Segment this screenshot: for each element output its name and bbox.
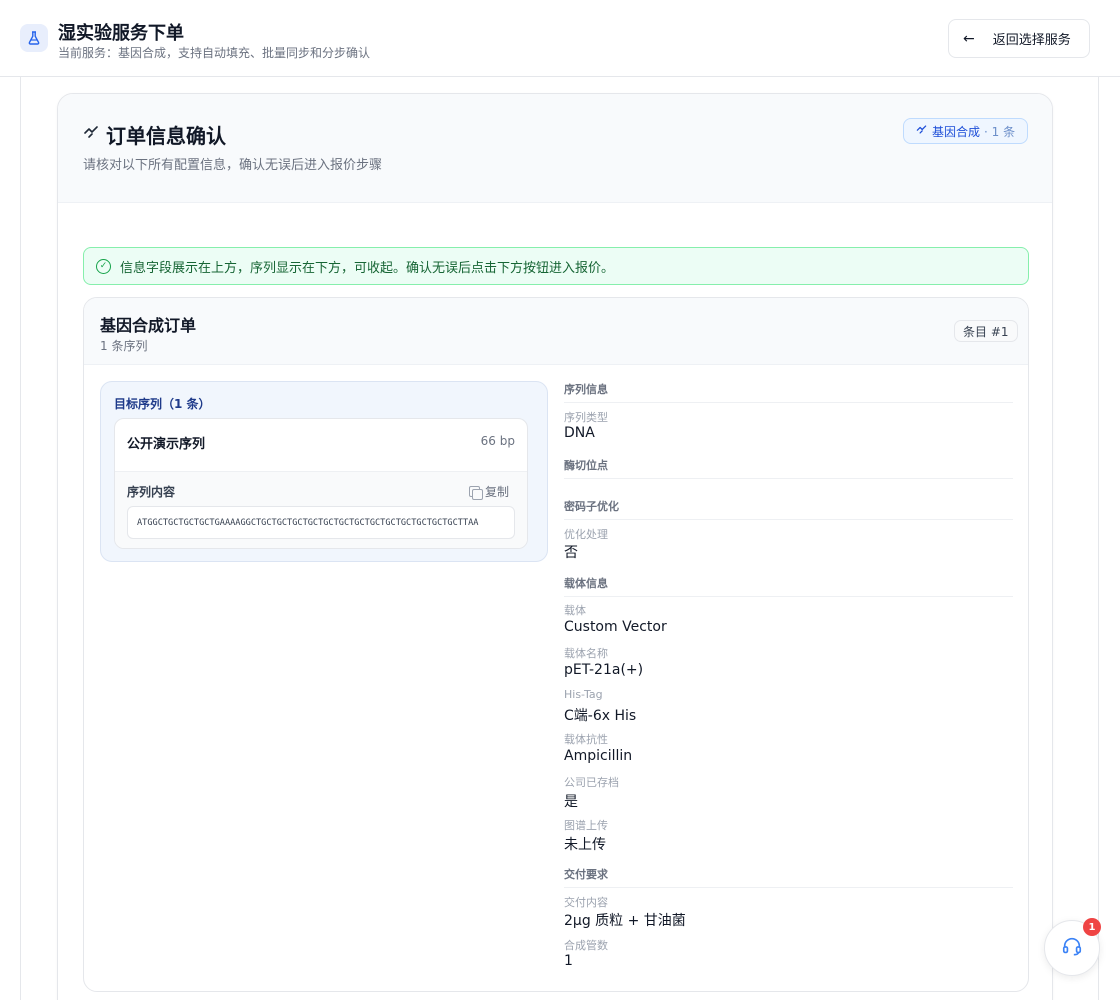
section-vector-info: 载体信息 xyxy=(564,575,1013,597)
copy-icon xyxy=(468,486,483,500)
field-label-archived: 公司已存档 xyxy=(564,776,619,789)
field-label-tubes: 合成管数 xyxy=(564,939,608,952)
field-value-his-tag: C端-6x His xyxy=(564,708,637,724)
confirm-card: 订单信息确认 请核对以下所有配置信息，确认无误后进入报价步骤 基因合成 · 1 … xyxy=(57,93,1053,1000)
check-circle-icon: ✓ xyxy=(96,258,111,274)
copy-button-label: 复制 xyxy=(484,485,509,499)
sequence-list-title: 目标序列（1 条） xyxy=(114,397,211,411)
field-label-delivery: 交付内容 xyxy=(564,896,608,909)
sparkle-icon xyxy=(916,124,927,138)
top-bar: 湿实验服务下单 当前服务：基因合成，支持自动填充、批量同步和分步确认 ← 返回选… xyxy=(0,0,1120,77)
field-value-map-upload: 未上传 xyxy=(564,837,606,853)
field-value-tubes: 1 xyxy=(564,953,573,969)
section-cut-sites: 酶切位点 xyxy=(564,457,1013,479)
field-label-map-upload: 图谱上传 xyxy=(564,819,608,832)
sequence-content-label: 序列内容 xyxy=(127,485,176,499)
flask-icon xyxy=(20,24,48,52)
order-panel-header: 基因合成订单 1 条序列 条目 #1 xyxy=(84,298,1028,365)
section-delivery: 交付要求 xyxy=(564,866,1013,888)
confirm-description: 请核对以下所有配置信息，确认无误后进入报价步骤 xyxy=(83,158,383,173)
field-value-resistance: Ampicillin xyxy=(564,748,633,764)
notification-badge: 1 xyxy=(1083,918,1101,936)
page-border-right xyxy=(1098,77,1099,1000)
sequence-list: 目标序列（1 条） 公开演示序列 66 bp 序列内容 复制 ATGGCTGCT… xyxy=(100,381,548,562)
sequence-body: 序列内容 复制 ATGGCTGCTGCTGCTGAAAAGGCTGCTGCTGC… xyxy=(115,471,527,548)
order-panel: 基因合成订单 1 条序列 条目 #1 目标序列（1 条） 公开演示序列 66 b… xyxy=(83,297,1029,992)
page-border-left xyxy=(20,77,21,1000)
field-label-seq-type: 序列类型 xyxy=(564,411,608,424)
order-count: 1 条序列 xyxy=(100,339,148,353)
sequence-name: 公开演示序列 xyxy=(127,437,206,452)
field-value-delivery: 2μg 质粒 + 甘油菌 xyxy=(564,913,686,929)
arrow-left-icon: ← xyxy=(963,30,975,47)
sparkle-icon xyxy=(83,124,99,144)
back-button[interactable]: ← 返回选择服务 xyxy=(948,19,1090,58)
field-value-seq-type: DNA xyxy=(564,425,595,441)
field-label-vector: 载体 xyxy=(564,604,586,617)
headset-icon xyxy=(1061,935,1083,961)
confirm-card-header: 订单信息确认 请核对以下所有配置信息，确认无误后进入报价步骤 基因合成 · 1 … xyxy=(58,94,1052,203)
copy-button[interactable]: 复制 xyxy=(468,483,509,500)
field-label-resistance: 载体抗性 xyxy=(564,733,608,746)
sequence-content: ATGGCTGCTGCTGCTGAAAAGGCTGCTGCTGCTGCTGCTG… xyxy=(127,506,515,539)
info-alert: ✓ 信息字段展示在上方，序列显示在下方，可收起。确认无误后点击下方按钮进入报价。 xyxy=(83,247,1029,285)
service-badge-label: 基因合成 xyxy=(932,124,981,139)
field-value-vector-name: pET-21a(+) xyxy=(564,662,644,678)
app-title: 湿实验服务下单 xyxy=(58,23,184,44)
info-alert-text: 信息字段展示在上方，序列显示在下方，可收起。确认无误后点击下方按钮进入报价。 xyxy=(120,260,615,276)
section-codon-opt: 密码子优化 xyxy=(564,498,1013,520)
section-sequence-info: 序列信息 xyxy=(564,381,1013,403)
sequence-item[interactable]: 公开演示序列 66 bp 序列内容 复制 ATGGCTGCTGCTGCTGAAA… xyxy=(114,418,528,549)
scrollbar[interactable] xyxy=(1100,77,1120,1000)
field-value-archived: 是 xyxy=(564,794,578,810)
field-label-opt: 优化处理 xyxy=(564,528,608,541)
item-tag: 条目 #1 xyxy=(954,320,1018,342)
field-value-opt: 否 xyxy=(564,545,578,561)
service-badge-count: · 1 条 xyxy=(984,124,1016,139)
sequence-length: 66 bp xyxy=(480,434,515,448)
field-label-his-tag: His-Tag xyxy=(564,688,603,701)
back-button-label: 返回选择服务 xyxy=(992,33,1071,48)
order-title: 基因合成订单 xyxy=(100,316,197,335)
confirm-title: 订单信息确认 xyxy=(106,124,226,148)
field-value-vector: Custom Vector xyxy=(564,619,667,635)
service-badge: 基因合成 · 1 条 xyxy=(903,118,1029,144)
field-label-vector-name: 载体名称 xyxy=(564,647,608,660)
app-subtitle: 当前服务：基因合成，支持自动填充、批量同步和分步确认 xyxy=(58,46,371,60)
